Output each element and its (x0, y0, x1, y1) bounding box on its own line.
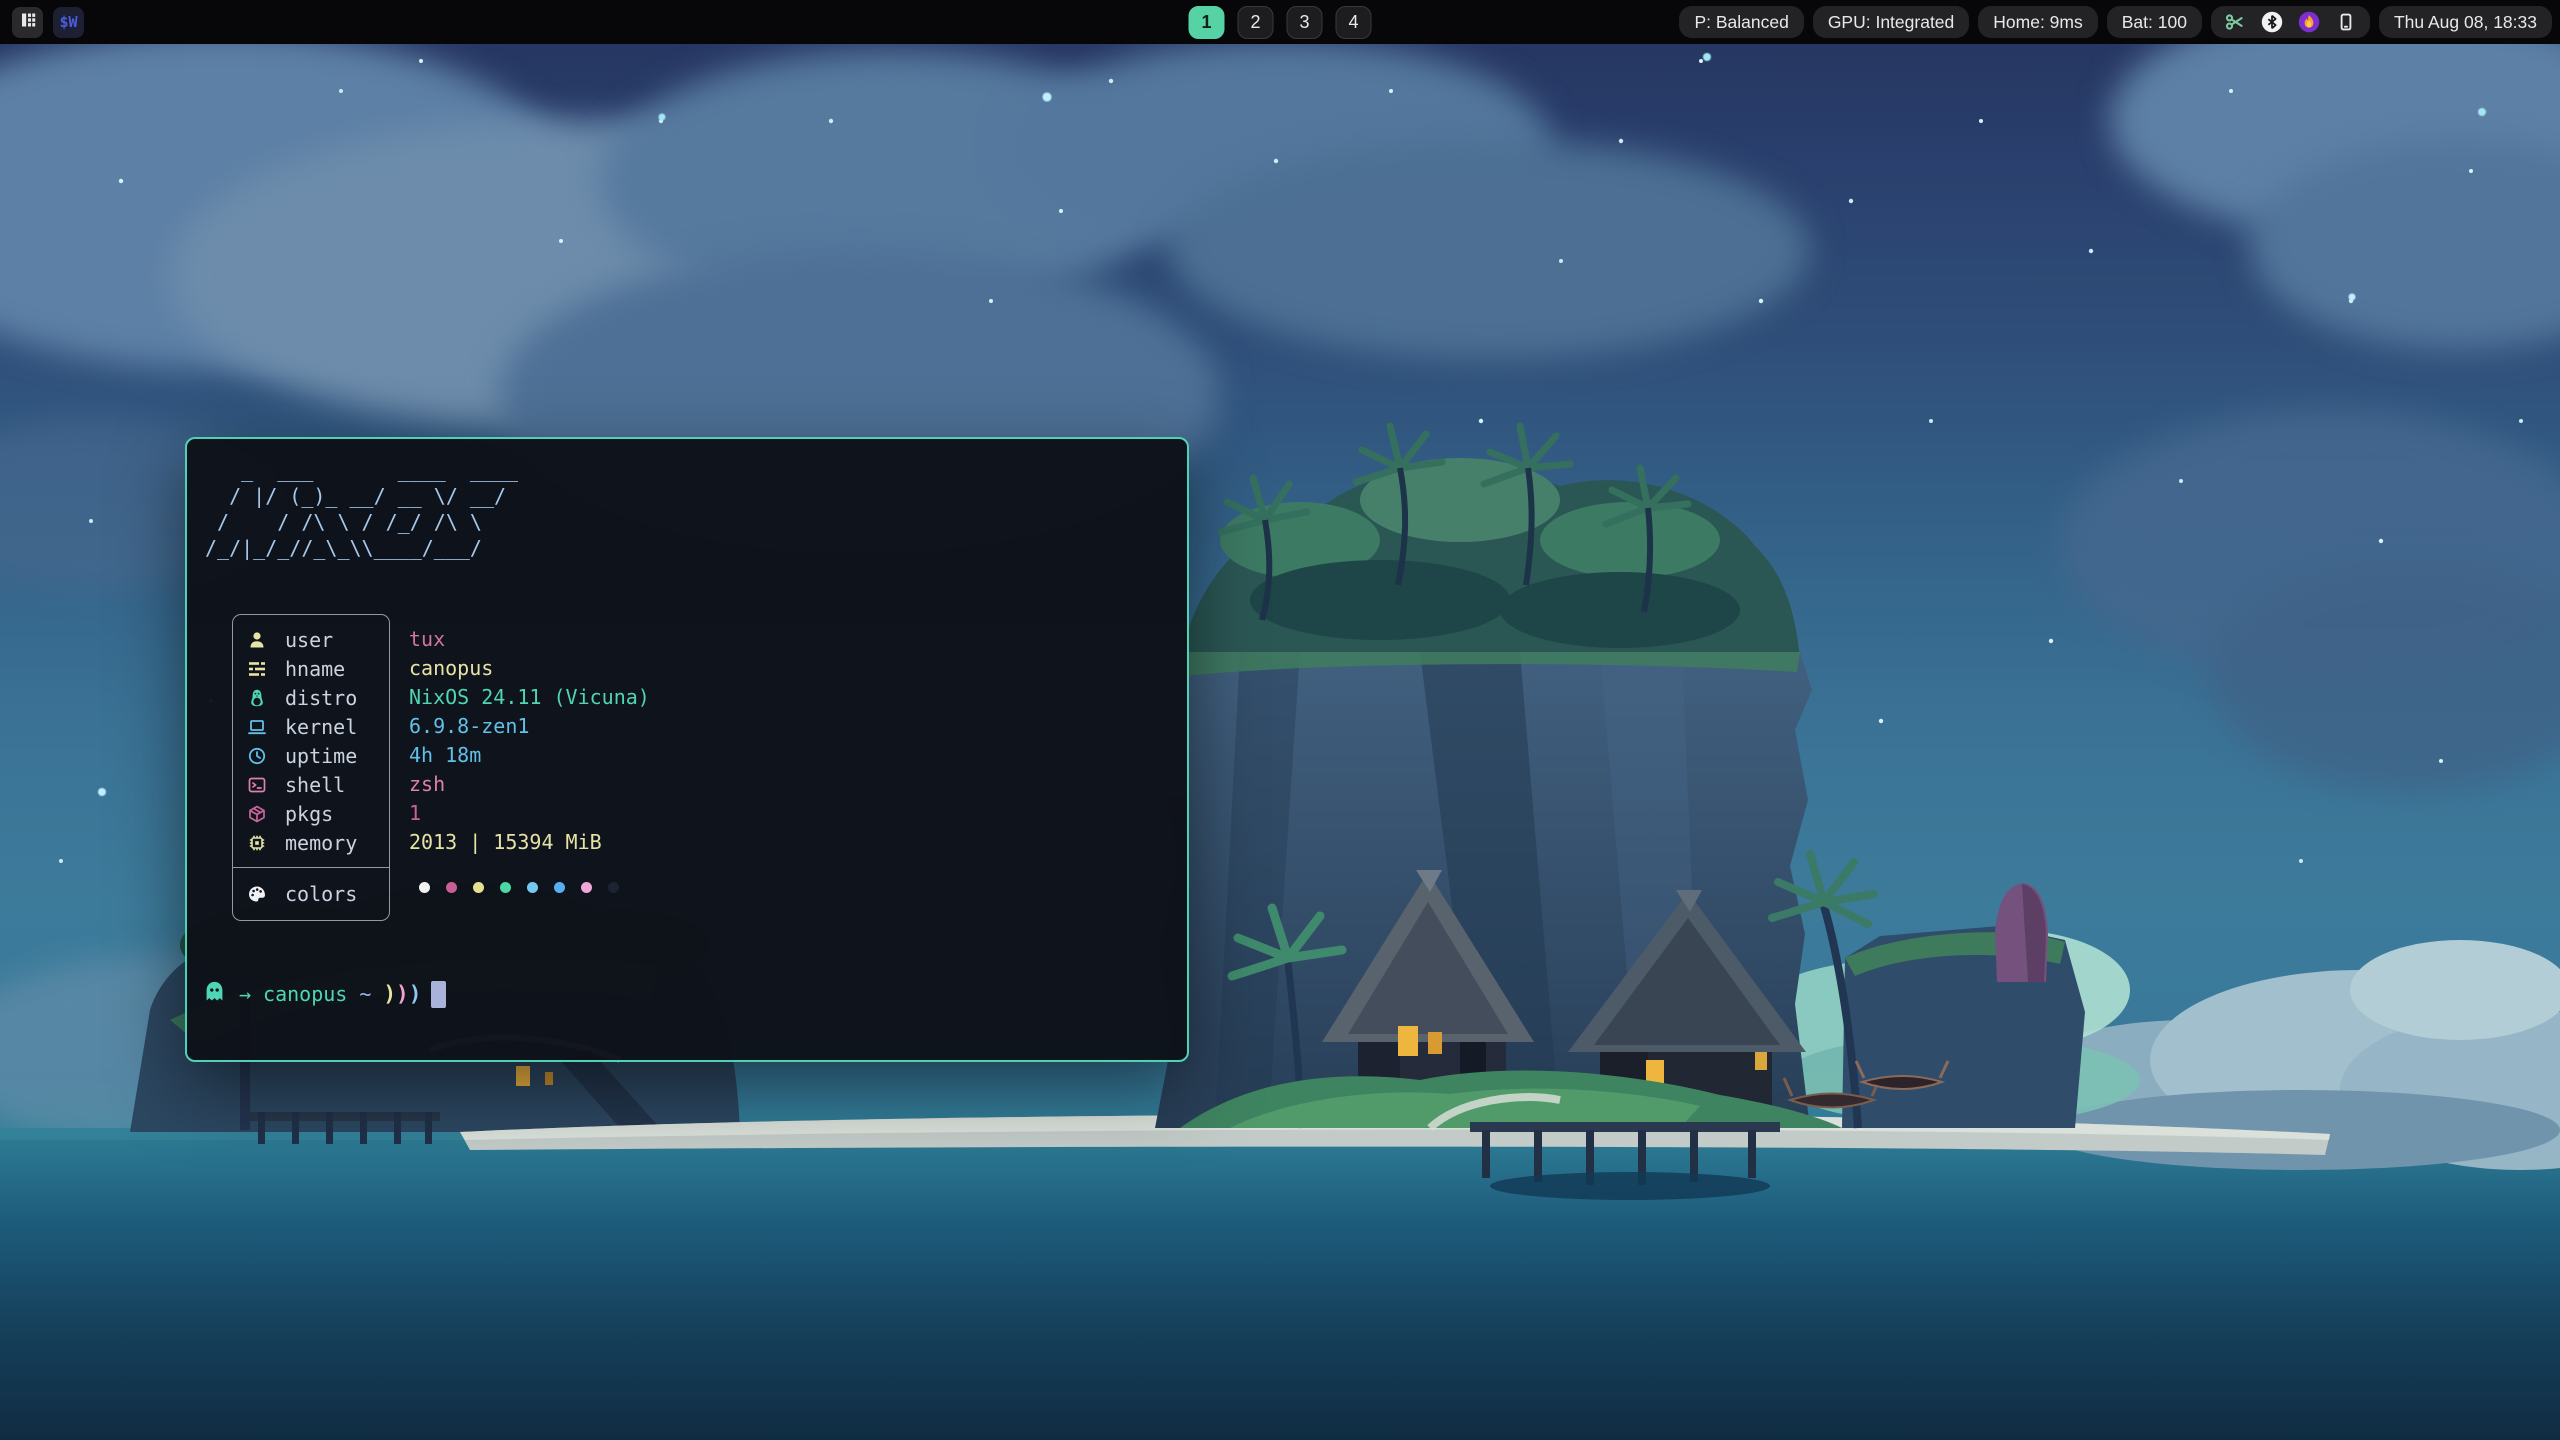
prompt-arrow: → (239, 982, 251, 1006)
grid-table-icon (18, 10, 38, 35)
laptop-icon (247, 717, 269, 737)
battery-pill[interactable]: Bat: 100 (2107, 6, 2202, 38)
fetch-label: hname (285, 657, 345, 681)
prompt-path: ~ (359, 982, 371, 1006)
color-dot (608, 882, 619, 893)
fetch-row-hname: hname (233, 654, 389, 683)
prompt-host: canopus (263, 982, 347, 1006)
prompt-chevron-3: ) (409, 982, 422, 1006)
clock-icon (247, 746, 269, 766)
fetch-value: tux (409, 624, 650, 653)
fastfetch-output: user hname (232, 614, 650, 921)
prompt-chevron-2: ) (396, 982, 409, 1006)
color-dot (581, 882, 592, 893)
fetch-label: colors (285, 882, 357, 906)
fetch-label: user (285, 628, 333, 652)
gpu-pill[interactable]: GPU: Integrated (1813, 6, 1969, 38)
fetch-values: tux canopus NixOS 24.11 (Vicuna) 6.9.8-z… (409, 614, 650, 913)
person-icon (247, 630, 269, 650)
fetch-label: shell (285, 773, 345, 797)
prompt-chevron-1: ) (383, 982, 396, 1006)
ghost-icon (202, 979, 227, 1009)
fetch-row-colors: colors (233, 868, 389, 920)
sea (0, 1128, 2560, 1440)
clock-pill[interactable]: Thu Aug 08, 18:33 (2379, 6, 2552, 38)
color-dot (473, 882, 484, 893)
penguin-icon (247, 688, 269, 708)
workspace-button-4[interactable]: 4 (1336, 6, 1372, 39)
bluetooth-icon[interactable] (2261, 11, 2283, 33)
logo-label: $W (59, 13, 77, 31)
bar-left: $W (12, 0, 84, 44)
fetch-value: 2013 | 15394 MiB (409, 827, 650, 856)
fetch-value: NixOS 24.11 (Vicuna) (409, 682, 650, 711)
workspace-button-2[interactable]: 2 (1238, 6, 1274, 39)
fetch-row-user: user (233, 625, 389, 654)
system-tray (2211, 6, 2370, 38)
fetch-value: zsh (409, 769, 650, 798)
workspaces: 1 2 3 4 (1189, 0, 1372, 44)
app-launcher-button[interactable] (12, 7, 43, 38)
scissors-icon[interactable] (2224, 11, 2246, 33)
terminal-cursor (431, 981, 446, 1008)
fetch-value: 1 (409, 798, 650, 827)
color-dot (446, 882, 457, 893)
color-dot (527, 882, 538, 893)
color-dot (419, 882, 430, 893)
terminal-icon (247, 775, 269, 795)
fetch-value: 4h 18m (409, 740, 650, 769)
list-icon (247, 659, 269, 679)
fetch-row-kernel: kernel (233, 712, 389, 741)
fetch-label-box: user hname (232, 614, 390, 921)
fetch-row-pkgs: pkgs (233, 799, 389, 828)
color-dot (500, 882, 511, 893)
fetch-value: canopus (409, 653, 650, 682)
flame-icon[interactable] (2298, 11, 2320, 33)
fetch-row-uptime: uptime (233, 741, 389, 770)
nixos-ascii-logo: _ ___ ____ ____ / |/ (_)_ __/ __ \/ __/ … (205, 457, 518, 561)
window-manager-logo-button[interactable]: $W (53, 7, 84, 38)
right-cliff-island (1155, 426, 2085, 1132)
workspace-button-3[interactable]: 3 (1287, 6, 1323, 39)
ping-pill[interactable]: Home: 9ms (1978, 6, 2097, 38)
fetch-label: distro (285, 686, 357, 710)
color-dot (554, 882, 565, 893)
fetch-label: pkgs (285, 802, 333, 826)
fetch-label: memory (285, 831, 357, 855)
fetch-value: 6.9.8-zen1 (409, 711, 650, 740)
bar-right: P: Balanced GPU: Integrated Home: 9ms Ba… (1679, 0, 2552, 44)
fetch-row-memory: memory (233, 828, 389, 857)
shell-prompt[interactable]: → canopus ~ ) ) ) (202, 979, 446, 1009)
topbar: $W 1 2 3 4 P: Balanced GPU: Integrated H… (0, 0, 2560, 44)
fetch-label: uptime (285, 744, 357, 768)
fetch-row-shell: shell (233, 770, 389, 799)
palette-icon (247, 884, 269, 904)
phone-icon[interactable] (2335, 11, 2357, 33)
fetch-row-distro: distro (233, 683, 389, 712)
fetch-label: kernel (285, 715, 357, 739)
desktop: $W 1 2 3 4 P: Balanced GPU: Integrated H… (0, 0, 2560, 1440)
package-icon (247, 804, 269, 824)
workspace-button-1[interactable]: 1 (1189, 6, 1225, 39)
terminal-window[interactable]: _ ___ ____ ____ / |/ (_)_ __/ __ \/ __/ … (185, 437, 1189, 1062)
power-profile-pill[interactable]: P: Balanced (1679, 6, 1803, 38)
terminal-color-palette (409, 861, 650, 913)
chip-icon (247, 833, 269, 853)
